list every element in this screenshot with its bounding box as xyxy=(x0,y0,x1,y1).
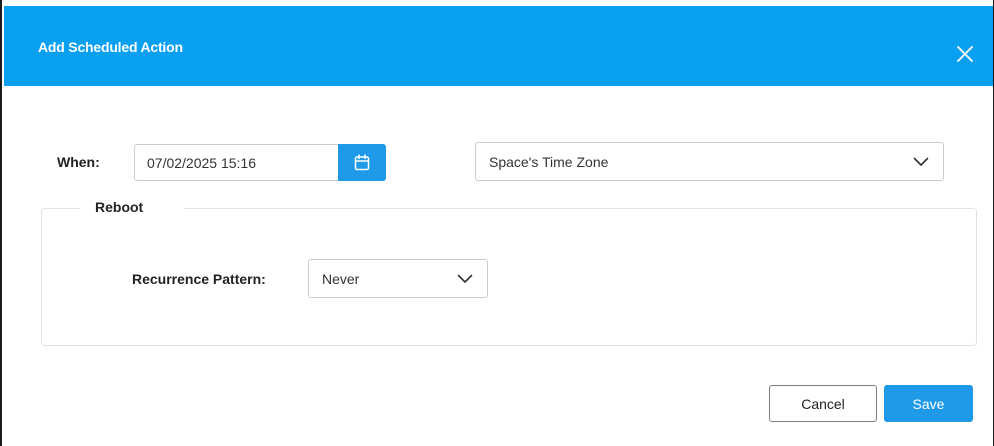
dialog-header: Add Scheduled Action xyxy=(4,6,993,86)
save-button[interactable]: Save xyxy=(884,385,973,422)
reboot-legend: Reboot xyxy=(95,199,144,215)
calendar-button[interactable] xyxy=(338,144,386,181)
timezone-select-value: Space's Time Zone xyxy=(489,153,609,170)
timezone-select[interactable]: Space's Time Zone xyxy=(475,142,944,181)
dialog: Add Scheduled Action When: Space's Time … xyxy=(0,0,994,446)
datetime-input[interactable] xyxy=(134,144,339,181)
cancel-button[interactable]: Cancel xyxy=(769,385,877,422)
calendar-icon xyxy=(354,154,370,171)
close-icon[interactable] xyxy=(955,44,975,64)
chevron-down-icon xyxy=(913,157,929,166)
recurrence-pattern-select[interactable]: Never xyxy=(308,259,488,298)
dialog-title: Add Scheduled Action xyxy=(38,39,183,55)
recurrence-pattern-value: Never xyxy=(322,270,360,287)
recurrence-pattern-label: Recurrence Pattern: xyxy=(132,271,266,287)
when-label: When: xyxy=(57,154,100,170)
chevron-down-icon xyxy=(457,274,473,283)
